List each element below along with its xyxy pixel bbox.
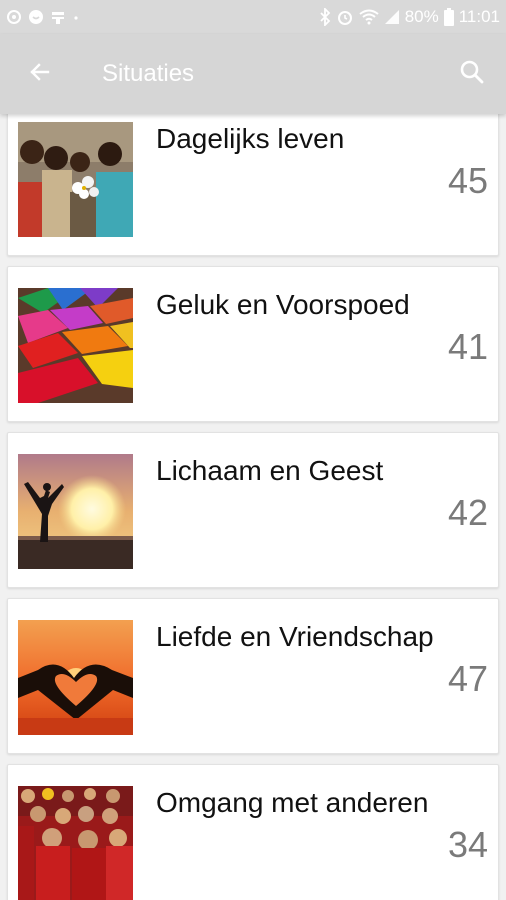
category-card-dagelijks-leven[interactable]: Dagelijks leven 45 bbox=[7, 114, 499, 256]
cast-icon bbox=[6, 9, 22, 25]
app-icon bbox=[50, 9, 66, 25]
bluetooth-icon bbox=[319, 8, 331, 26]
back-button[interactable] bbox=[20, 54, 60, 94]
colored-powder-trays-image bbox=[18, 288, 133, 403]
page-title: Situaties bbox=[102, 60, 195, 87]
category-title: Dagelijks leven bbox=[156, 123, 345, 154]
children-holding-flowers-image bbox=[18, 122, 133, 237]
alarm-icon bbox=[336, 8, 354, 26]
monks-crowd-image bbox=[18, 786, 133, 900]
category-count: 42 bbox=[447, 492, 488, 533]
app-bar: Situaties bbox=[0, 34, 506, 114]
category-count: 41 bbox=[447, 326, 488, 367]
category-title: Geluk en Voorspoed bbox=[156, 289, 410, 320]
category-title: Lichaam en Geest bbox=[156, 455, 384, 486]
clock: 11:01 bbox=[458, 7, 500, 26]
category-list: Dagelijks leven 45 Geluk en Voorspoed 41 bbox=[0, 114, 506, 900]
category-count: 45 bbox=[447, 160, 488, 201]
category-card-liefde-en-vriendschap[interactable]: Liefde en Vriendschap 47 bbox=[7, 598, 499, 754]
whatsapp-icon bbox=[28, 9, 44, 25]
search-button[interactable] bbox=[452, 54, 492, 94]
battery-percent: 80% bbox=[404, 7, 439, 26]
battery-icon bbox=[443, 8, 454, 26]
category-title: Liefde en Vriendschap bbox=[156, 621, 434, 652]
wifi-icon bbox=[359, 9, 379, 25]
status-bar: 80% 11:01 bbox=[0, 0, 506, 34]
silhouette-sunset-image bbox=[18, 454, 133, 569]
category-count: 34 bbox=[447, 824, 488, 865]
category-card-geluk-en-voorspoed[interactable]: Geluk en Voorspoed 41 bbox=[7, 266, 499, 422]
category-card-lichaam-en-geest[interactable]: Lichaam en Geest 42 bbox=[7, 432, 499, 588]
search-icon bbox=[459, 59, 485, 90]
heart-hands-sunset-image bbox=[18, 620, 133, 735]
category-title: Omgang met anderen bbox=[156, 787, 429, 818]
category-count: 47 bbox=[447, 658, 488, 699]
arrow-left-icon bbox=[28, 60, 52, 89]
category-card-omgang-met-anderen[interactable]: Omgang met anderen 34 bbox=[7, 764, 499, 900]
dot-icon bbox=[72, 9, 80, 25]
signal-icon bbox=[384, 9, 400, 25]
